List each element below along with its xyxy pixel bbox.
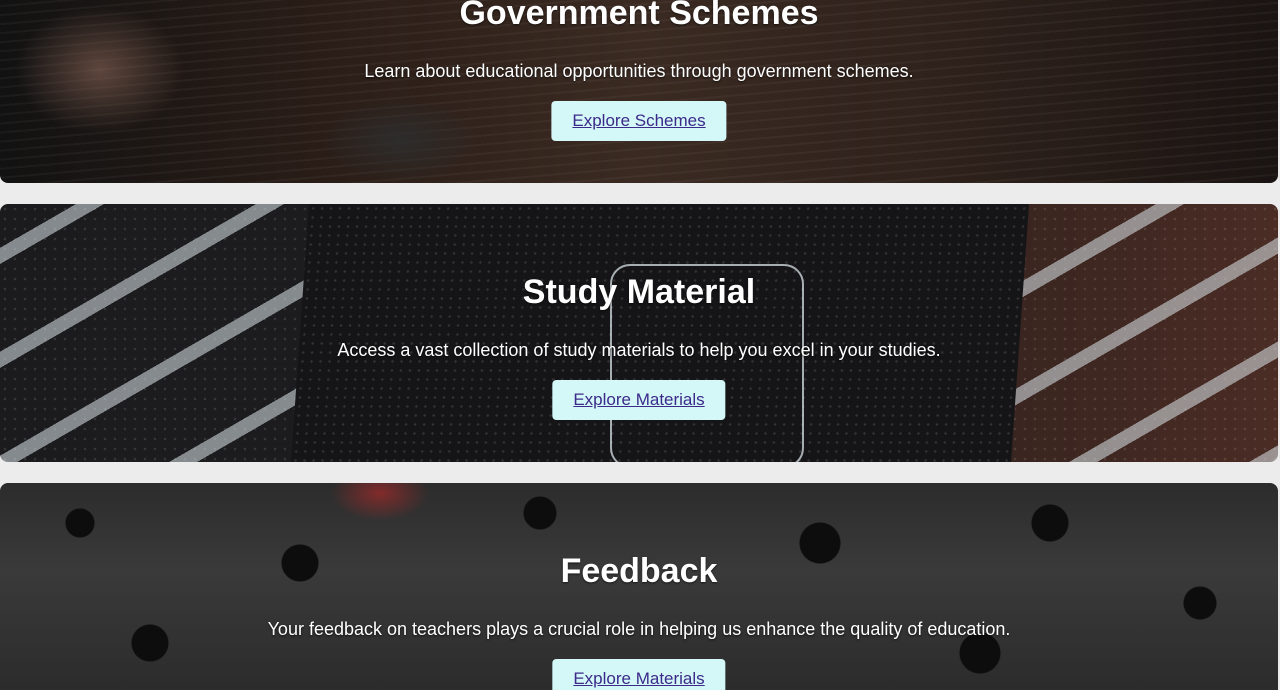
section-description: Your feedback on teachers plays a crucia… [267, 619, 1011, 639]
section-description: Learn about educational opportunities th… [364, 61, 914, 81]
section-title: Study Material [522, 273, 756, 311]
study-material-section: Study Material Access a vast collection … [0, 204, 1278, 462]
section-description: Access a vast collection of study materi… [337, 340, 941, 360]
section-title: Feedback [560, 552, 718, 590]
page: Government Schemes Learn about education… [0, 0, 1280, 690]
explore-schemes-button[interactable]: Explore Schemes [551, 101, 727, 141]
section-title: Government Schemes [459, 0, 819, 32]
section-content: Government Schemes Learn about education… [0, 0, 1278, 183]
explore-materials-button[interactable]: Explore Materials [552, 380, 726, 420]
government-schemes-section: Government Schemes Learn about education… [0, 0, 1278, 183]
feedback-section: Feedback Your feedback on teachers plays… [0, 483, 1278, 690]
section-content: Feedback Your feedback on teachers plays… [0, 483, 1278, 690]
feedback-explore-button[interactable]: Explore Materials [552, 659, 726, 690]
section-content: Study Material Access a vast collection … [0, 204, 1278, 462]
